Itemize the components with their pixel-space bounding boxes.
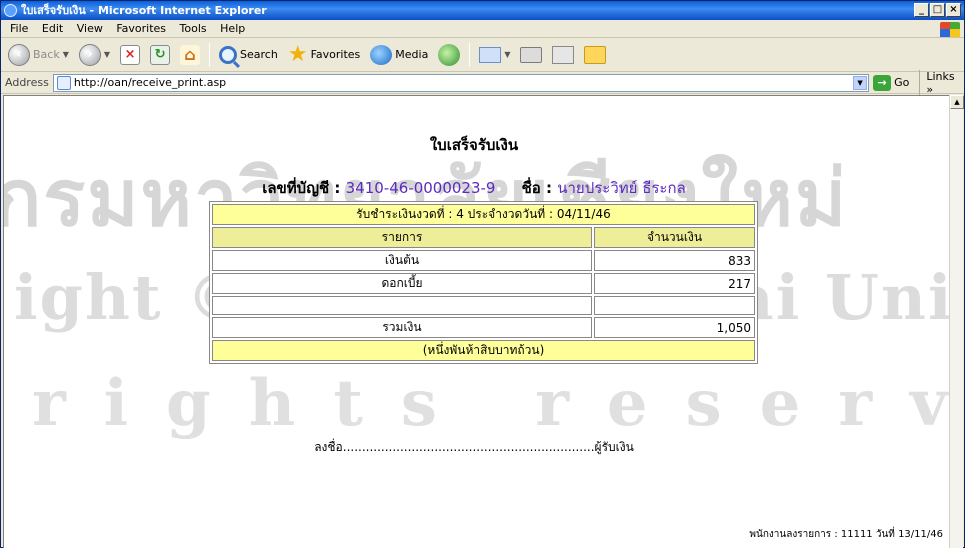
menu-tools[interactable]: Tools (175, 20, 212, 38)
search-icon (219, 45, 238, 64)
forward-arrow-icon: › (78, 43, 101, 66)
menu-favorites[interactable]: Favorites (111, 20, 171, 38)
favorites-label: Favorites (310, 48, 361, 61)
ie-logo-icon (4, 4, 17, 17)
back-button[interactable]: ‹ Back ▼ (5, 42, 72, 68)
menu-view[interactable]: View (72, 20, 108, 38)
standard-toolbar: ‹ Back ▼ › ▼ × ↻ ⌂ Search ★ Favorites Me… (1, 38, 964, 72)
account-label: เลขที่บัญชี : (262, 179, 346, 197)
stop-icon: × (120, 44, 141, 65)
title-bar: ใบเสร็จรับเงิน - Microsoft Internet Expl… (1, 1, 964, 20)
menu-file[interactable]: File (5, 20, 33, 38)
address-input[interactable] (73, 76, 854, 89)
toolbar-separator (209, 42, 211, 67)
windows-flag-icon (940, 22, 960, 37)
refresh-icon: ↻ (150, 44, 171, 65)
go-label: Go (894, 76, 910, 89)
menu-help[interactable]: Help (215, 20, 250, 38)
refresh-button[interactable]: ↻ (147, 42, 173, 68)
printer-icon (520, 46, 543, 63)
go-arrow-icon: → (873, 74, 892, 91)
star-icon: ★ (287, 41, 308, 67)
scroll-up-icon[interactable]: ▲ (950, 95, 964, 109)
row-item (212, 296, 592, 315)
column-header-amount: จำนวนเงิน (594, 227, 755, 248)
table-row: ดอกเบี้ย 217 (212, 273, 755, 294)
close-button[interactable]: × (946, 3, 961, 17)
signature-label: ลงชื่อ (314, 440, 343, 454)
menu-edit[interactable]: Edit (37, 20, 68, 38)
back-arrow-icon: ‹ (8, 43, 30, 66)
favorites-button[interactable]: ★ Favorites (285, 42, 363, 68)
watermark-line-3: rights reserve (32, 366, 951, 441)
total-amount: 1,050 (594, 317, 755, 338)
window-controls: _ □ × (914, 3, 961, 17)
folder-button[interactable] (581, 42, 609, 68)
mail-icon (479, 46, 502, 63)
forward-dropdown-icon[interactable]: ▼ (104, 50, 110, 59)
account-line: เลขที่บัญชี : 3410-46-0000023-9 ชื่อ : น… (4, 176, 944, 200)
amount-in-words: (หนึ่งพันห้าสิบบาทถ้วน) (212, 340, 755, 361)
toolbar-separator (469, 42, 471, 67)
total-label: รวมเงิน (212, 317, 592, 338)
address-field[interactable]: ▼ (52, 73, 870, 92)
vertical-scrollbar[interactable]: ▲ (949, 95, 964, 548)
table-row (212, 296, 755, 315)
go-button[interactable]: → Go (873, 74, 910, 91)
signature-dots: ........................................… (342, 440, 595, 454)
edit-button[interactable] (549, 42, 577, 68)
browser-window: ใบเสร็จรับเงิน - Microsoft Internet Expl… (0, 0, 965, 548)
receipt-table: รับชำระเงินงวดที่ : 4 ประจำงวดวันที่ : 0… (209, 201, 758, 364)
installment-info: รับชำระเงินงวดที่ : 4 ประจำงวดวันที่ : 0… (212, 204, 755, 225)
home-icon: ⌂ (180, 44, 201, 65)
table-header: รายการ จำนวนเงิน (212, 227, 755, 248)
search-button[interactable]: Search (216, 42, 281, 68)
history-icon (438, 43, 461, 66)
row-item: ดอกเบี้ย (212, 273, 592, 294)
media-icon (370, 44, 393, 65)
print-button[interactable] (517, 42, 545, 68)
row-amount (594, 296, 755, 315)
total-row: รวมเงิน 1,050 (212, 317, 755, 338)
forward-button[interactable]: › ▼ (76, 42, 113, 68)
media-button[interactable]: Media (367, 42, 431, 68)
links-button[interactable]: Links » (919, 69, 964, 96)
minimize-button[interactable]: _ (914, 3, 929, 17)
address-bar: Address ▼ → Go Links » (1, 69, 964, 96)
media-label: Media (395, 48, 429, 61)
window-title: ใบเสร็จรับเงิน - Microsoft Internet Expl… (21, 4, 267, 17)
page-content: กรมหาวิทยาลัยเชียงใหม่ ight © by Chiang … (3, 95, 951, 548)
page-icon (56, 75, 71, 90)
address-label: Address (5, 76, 49, 89)
name-label: ชื่อ : (521, 179, 558, 197)
amount-words-row: (หนึ่งพันห้าสิบบาทถ้วน) (212, 340, 755, 361)
signature-role: ผู้รับเงิน (594, 440, 634, 454)
installment-row: รับชำระเงินงวดที่ : 4 ประจำงวดวันที่ : 0… (212, 204, 755, 225)
back-label: Back (33, 48, 60, 61)
row-amount: 833 (594, 250, 755, 271)
mail-dropdown-icon[interactable]: ▼ (504, 50, 510, 59)
column-header-item: รายการ (212, 227, 592, 248)
row-item: เงินต้น (212, 250, 592, 271)
staff-footer: พนักงานลงรายการ : 11111 วันที่ 13/11/46 (749, 529, 943, 540)
history-button[interactable] (435, 42, 463, 68)
menu-bar: File Edit View Favorites Tools Help (1, 20, 964, 38)
back-dropdown-icon[interactable]: ▼ (63, 50, 69, 59)
maximize-button[interactable]: □ (930, 3, 945, 17)
stop-button[interactable]: × (117, 42, 143, 68)
address-dropdown-icon[interactable]: ▼ (853, 75, 868, 90)
account-number: 3410-46-0000023-9 (345, 179, 496, 197)
home-button[interactable]: ⌂ (177, 42, 203, 68)
edit-icon (552, 45, 575, 64)
table-row: เงินต้น 833 (212, 250, 755, 271)
signature-line: ลงชื่อ..................................… (4, 438, 944, 457)
customer-name: นายประวิทย์ ธีระกล (557, 179, 686, 197)
mail-button[interactable]: ▼ (476, 42, 513, 68)
row-amount: 217 (594, 273, 755, 294)
search-label: Search (240, 48, 278, 61)
page-title: ใบเสร็จรับเงิน (429, 136, 519, 154)
folder-icon (584, 45, 607, 64)
